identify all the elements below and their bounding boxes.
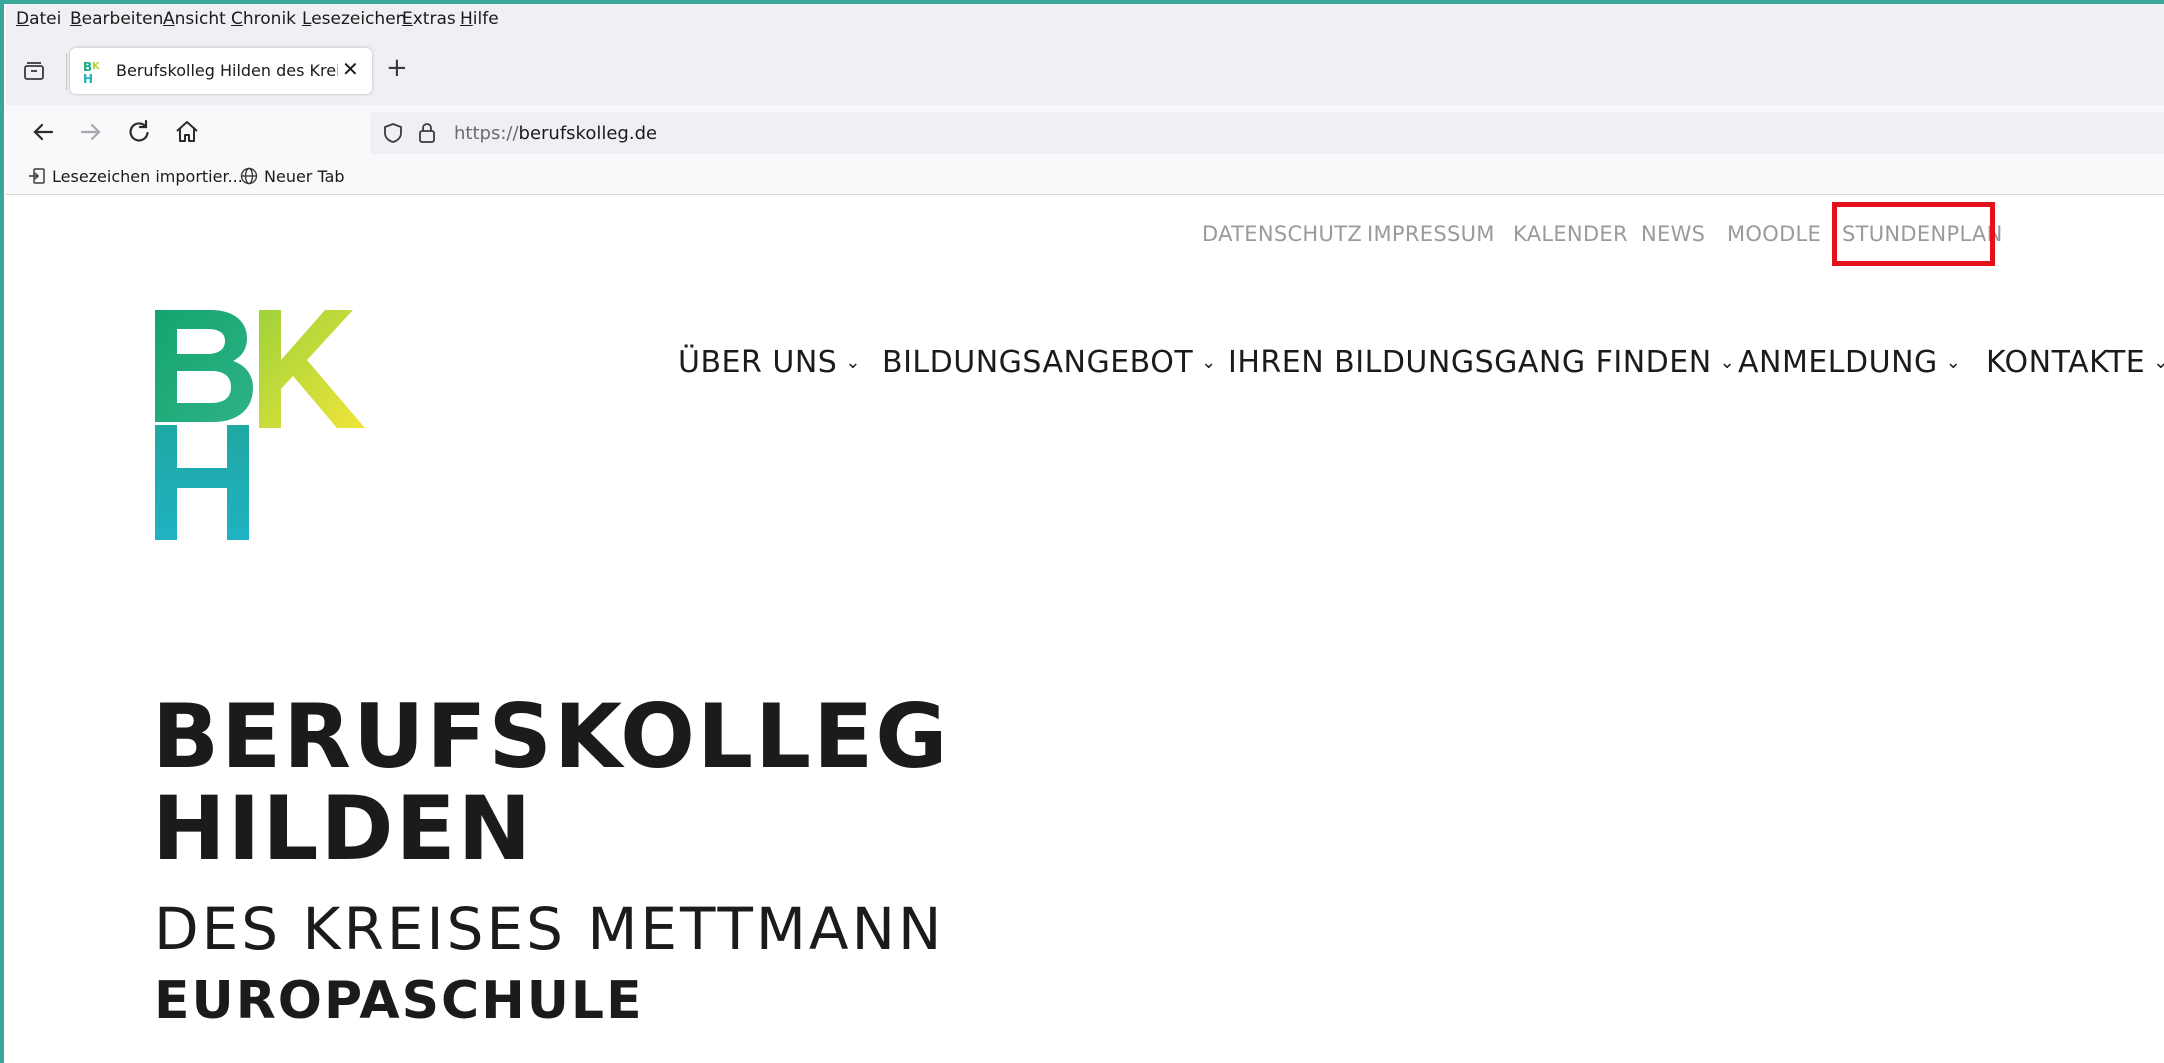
chevron-down-icon: ⌄ <box>1201 352 1217 373</box>
mainnav-kontakte-label: KONTAKTE <box>1986 345 2146 380</box>
tab-active[interactable]: B K H Berufskolleg Hilden des Kreises Me… <box>70 48 372 94</box>
bkh-favicon-icon: B K H <box>83 60 103 86</box>
url-bar[interactable]: https://berufskolleg.de <box>370 112 2164 154</box>
bookmarks-toolbar: Lesezeichen importier... Neuer Tab <box>6 161 2164 195</box>
back-arrow-icon[interactable] <box>28 117 58 147</box>
chevron-down-icon: ⌄ <box>1719 352 1736 373</box>
chevron-down-icon: ⌄ <box>2153 352 2164 373</box>
menu-extras[interactable]: Extras <box>402 9 456 29</box>
url-host: berufskolleg.de <box>518 123 658 144</box>
mainnav-bildungsgang-finden[interactable]: IHREN BILDUNGSGANG FINDEN ⌄ <box>1228 345 1735 380</box>
lock-icon[interactable] <box>416 121 438 149</box>
forward-arrow-icon[interactable] <box>76 117 106 147</box>
bookmark-import[interactable]: Lesezeichen importier... <box>28 167 243 186</box>
menu-chronik[interactable]: Chronik <box>231 9 296 29</box>
menu-bar: Datei Bearbeiten Ansicht Chronik Lesezei… <box>6 4 2164 38</box>
tab-list-icon[interactable] <box>22 59 46 83</box>
hero-title-line2: HILDEN <box>152 777 534 880</box>
stundenplan-highlight-box <box>1832 202 1995 266</box>
menu-datei[interactable]: Datei <box>16 9 61 29</box>
chevron-down-icon: ⌄ <box>1945 352 1962 373</box>
tab-bar: B K H Berufskolleg Hilden des Kreises Me… <box>6 38 2164 105</box>
topnav-moodle[interactable]: MOODLE <box>1727 222 1821 246</box>
mainnav-bildungsangebot-label: BILDUNGSANGEBOT <box>882 345 1194 380</box>
hero-title-line1: BERUFSKOLLEG <box>152 685 950 788</box>
reload-icon[interactable] <box>124 117 154 147</box>
bkh-logo[interactable] <box>155 310 375 540</box>
url-protocol: https:// <box>454 123 519 144</box>
hero-tagline: EUROPASCHULE <box>154 971 644 1031</box>
tab-title: Berufskolleg Hilden des Kreises Mettmann <box>116 61 338 80</box>
topnav-news[interactable]: NEWS <box>1641 222 1705 246</box>
url-text[interactable]: https://berufskolleg.de <box>454 123 657 144</box>
tracking-shield-icon[interactable] <box>382 122 404 148</box>
mainnav-bildungsgang-finden-label: IHREN BILDUNGSGANG FINDEN <box>1228 345 1712 380</box>
topnav-datenschutz[interactable]: DATENSCHUTZ <box>1202 222 1362 246</box>
hero-subtitle: DES KREISES METTMANN <box>154 895 945 963</box>
mainnav-bildungsangebot[interactable]: BILDUNGSANGEBOT ⌄ <box>882 345 1217 380</box>
bookmark-new-tab[interactable]: Neuer Tab <box>240 167 345 186</box>
svg-text:H: H <box>83 72 93 84</box>
svg-text:K: K <box>92 61 101 72</box>
globe-icon <box>240 167 258 185</box>
mainnav-anmeldung-label: ANMELDUNG <box>1738 345 1938 380</box>
bookmark-import-label: Lesezeichen importier... <box>52 167 243 186</box>
chevron-down-icon: ⌄ <box>845 352 861 373</box>
menu-lesezeichen[interactable]: Lesezeichen <box>302 9 406 29</box>
mainnav-ueber-uns[interactable]: ÜBER UNS ⌄ <box>678 345 861 380</box>
web-page: DATENSCHUTZ IMPRESSUM KALENDER NEWS MOOD… <box>6 195 2164 1063</box>
topnav-impressum[interactable]: IMPRESSUM <box>1367 222 1495 246</box>
topnav-kalender[interactable]: KALENDER <box>1513 222 1628 246</box>
mainnav-anmeldung[interactable]: ANMELDUNG ⌄ <box>1738 345 1961 380</box>
menu-hilfe[interactable]: Hilfe <box>460 9 499 29</box>
menu-bearbeiten[interactable]: Bearbeiten <box>70 9 163 29</box>
mainnav-kontakte[interactable]: KONTAKTE ⌄ <box>1986 345 2164 380</box>
bookmark-new-tab-label: Neuer Tab <box>264 167 345 186</box>
tab-separator <box>66 53 67 90</box>
close-tab-icon[interactable]: ✕ <box>342 57 359 81</box>
navigation-toolbar: https://berufskolleg.de <box>6 105 2164 161</box>
import-icon <box>29 168 45 184</box>
new-tab-icon[interactable]: + <box>386 53 408 83</box>
menu-ansicht[interactable]: Ansicht <box>163 9 226 29</box>
home-icon[interactable] <box>172 117 202 147</box>
mainnav-ueber-uns-label: ÜBER UNS <box>678 345 838 380</box>
